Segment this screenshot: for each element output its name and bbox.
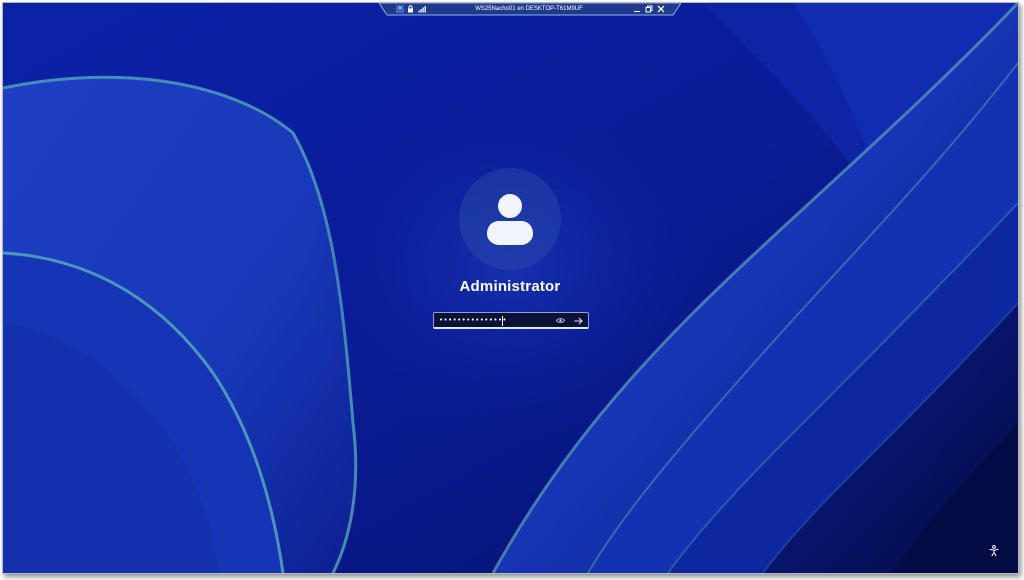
user-avatar — [459, 168, 561, 270]
password-value: ••••••••••••••• — [439, 316, 507, 324]
username-label: Administrator — [459, 278, 561, 295]
submit-button[interactable] — [571, 314, 585, 327]
restore-icon[interactable] — [645, 5, 653, 13]
remote-desktop-window: ▪ WS25Nacho01 en DESKTOP-T61M9UF Adminis… — [2, 2, 1019, 574]
connection-title: WS25Nacho01 en DESKTOP-T61M9UF — [475, 6, 583, 12]
accessibility-icon — [989, 545, 999, 557]
eye-icon — [555, 318, 565, 323]
minimize-icon[interactable] — [633, 5, 641, 13]
password-field[interactable]: ••••••••••••••• — [433, 312, 589, 329]
accessibility-button[interactable] — [986, 543, 1002, 559]
text-caret — [502, 316, 503, 326]
pin-icon[interactable]: ▪ — [396, 5, 404, 13]
signal-icon[interactable] — [418, 5, 426, 13]
lock-icon — [407, 5, 415, 13]
remote-connection-bar: ▪ WS25Nacho01 en DESKTOP-T61M9UF — [379, 3, 681, 16]
arrow-right-icon — [574, 317, 583, 324]
user-icon — [487, 194, 533, 245]
close-icon[interactable] — [657, 5, 665, 13]
reveal-password-button[interactable] — [553, 314, 567, 327]
